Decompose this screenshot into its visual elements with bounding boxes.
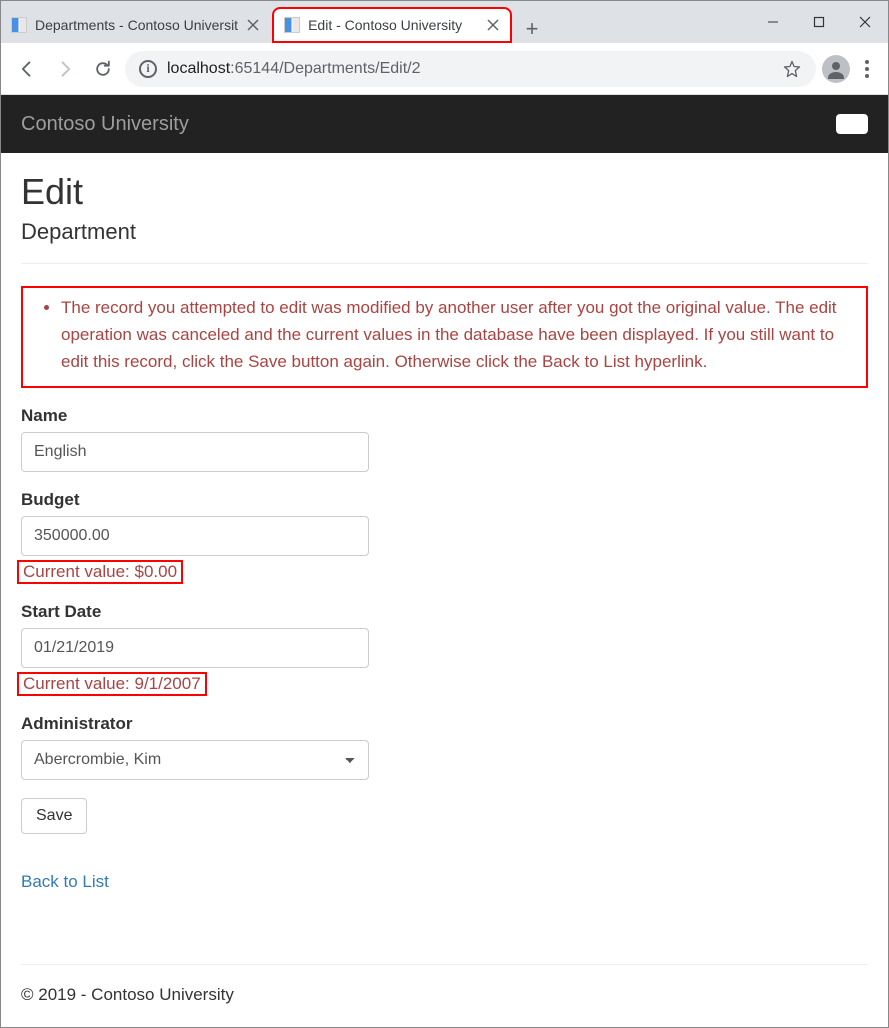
browser-titlebar: Departments - Contoso Universit Edit - C… <box>1 1 888 43</box>
navbar-brand[interactable]: Contoso University <box>21 113 189 136</box>
back-to-list-link[interactable]: Back to List <box>21 872 109 892</box>
browser-menu-icon[interactable] <box>856 60 878 78</box>
field-admin-group: Administrator Abercrombie, Kim <box>21 714 868 780</box>
close-tab-icon[interactable] <box>486 18 500 32</box>
field-name-group: Name <box>21 406 868 472</box>
nav-back-button[interactable] <box>11 53 43 85</box>
browser-chrome: Departments - Contoso Universit Edit - C… <box>1 1 888 95</box>
validation-summary: The record you attempted to edit was mod… <box>21 286 868 388</box>
name-input[interactable] <box>21 432 369 472</box>
nav-reload-button[interactable] <box>87 53 119 85</box>
name-label: Name <box>21 406 868 426</box>
footer-text: © 2019 - Contoso University <box>21 985 234 1004</box>
page-title: Edit <box>21 171 868 213</box>
horizontal-rule <box>21 263 868 264</box>
window-maximize-button[interactable] <box>796 6 842 38</box>
startdate-label: Start Date <box>21 602 868 622</box>
window-minimize-button[interactable] <box>750 6 796 38</box>
tab-departments[interactable]: Departments - Contoso Universit <box>1 7 270 43</box>
page-favicon-icon <box>11 17 27 33</box>
profile-avatar-icon[interactable] <box>822 55 850 83</box>
window-close-button[interactable] <box>842 6 888 38</box>
budget-validation-message: Current value: $0.00 <box>17 560 183 584</box>
validation-summary-message: The record you attempted to edit was mod… <box>61 294 856 376</box>
footer-rule <box>21 964 868 965</box>
address-bar[interactable]: i localhost:65144/Departments/Edit/2 <box>125 51 816 87</box>
page-subtitle: Department <box>21 219 868 245</box>
budget-input[interactable] <box>21 516 369 556</box>
budget-label: Budget <box>21 490 868 510</box>
close-tab-icon[interactable] <box>246 18 260 32</box>
window-buttons <box>750 6 888 38</box>
url-text: localhost:65144/Departments/Edit/2 <box>167 60 772 78</box>
admin-select[interactable]: Abercrombie, Kim <box>21 740 369 780</box>
field-budget-group: Budget Current value: $0.00 <box>21 490 868 584</box>
startdate-input[interactable] <box>21 628 369 668</box>
site-info-icon[interactable]: i <box>139 60 157 78</box>
app-navbar: Contoso University <box>1 95 888 153</box>
page-footer: © 2019 - Contoso University <box>1 942 888 1027</box>
tab-title: Departments - Contoso Universit <box>35 17 238 33</box>
field-startdate-group: Start Date Current value: 9/1/2007 <box>21 602 868 696</box>
new-tab-button[interactable]: + <box>518 15 546 43</box>
page-favicon-icon <box>284 17 300 33</box>
url-port: :65144 <box>230 60 279 77</box>
browser-tabs: Departments - Contoso Universit Edit - C… <box>1 1 546 43</box>
url-host: localhost <box>167 60 230 77</box>
tab-title: Edit - Contoso University <box>308 17 478 33</box>
navbar-toggle-button[interactable] <box>836 114 868 134</box>
browser-toolbar: i localhost:65144/Departments/Edit/2 <box>1 43 888 95</box>
url-path: /Departments/Edit/2 <box>279 60 420 77</box>
tab-edit-active[interactable]: Edit - Contoso University <box>272 7 512 43</box>
bookmark-star-icon[interactable] <box>782 59 802 79</box>
startdate-validation-message: Current value: 9/1/2007 <box>17 672 207 696</box>
admin-label: Administrator <box>21 714 868 734</box>
form-actions: Save <box>21 798 868 834</box>
save-button[interactable]: Save <box>21 798 87 834</box>
nav-forward-button[interactable] <box>49 53 81 85</box>
page-content: Edit Department The record you attempted… <box>1 153 888 942</box>
